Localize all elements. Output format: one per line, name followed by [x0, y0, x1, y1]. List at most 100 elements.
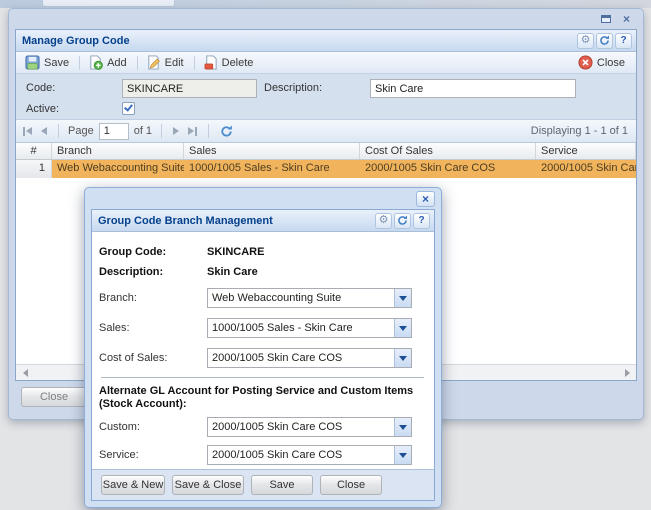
service-dropdown-button[interactable]	[394, 446, 411, 464]
branch-dropdown-button[interactable]	[394, 289, 411, 307]
gear-icon: ⚙	[379, 215, 389, 226]
branch-label: Branch:	[99, 292, 207, 304]
save-and-close-button[interactable]: Save & Close	[172, 475, 244, 495]
dialog-footer: Save & New Save & Close Save Close	[92, 469, 434, 500]
toolbar-separator	[79, 56, 80, 70]
toolbar-close-button[interactable]: Close	[574, 54, 631, 71]
last-page-icon	[188, 127, 194, 135]
group-code-form: Code: Description: Active:	[16, 74, 636, 120]
prev-page-icon	[41, 127, 47, 135]
delete-icon	[203, 55, 218, 70]
panel-header: Manage Group Code ⚙ ?	[16, 30, 636, 52]
description-input[interactable]	[370, 79, 576, 98]
refresh-icon	[397, 215, 408, 226]
dialog-header: Group Code Branch Management ⚙ ?	[92, 210, 434, 232]
cell-sales: 1000/1005 Sales - Skin Care	[184, 160, 360, 178]
chevron-down-icon	[399, 356, 407, 361]
close-icon: ×	[422, 192, 429, 206]
help-icon: ?	[418, 216, 424, 226]
page-of-label: of 1	[134, 125, 152, 137]
settings-tool-button[interactable]: ⚙	[375, 213, 392, 229]
cost-of-sales-label: Cost of Sales:	[99, 352, 207, 364]
save-button[interactable]: Save	[251, 475, 313, 495]
column-header-sales[interactable]: Sales	[184, 143, 360, 159]
description-label: Description:	[264, 82, 322, 94]
close-icon: ×	[623, 13, 630, 25]
close-button[interactable]: Close	[320, 475, 382, 495]
help-tool-button[interactable]: ?	[615, 33, 632, 49]
table-row-selected[interactable]: 1 Web Webaccounting Suite 1000/1005 Sale…	[16, 160, 636, 178]
main-toolbar: Save Add Edit	[16, 52, 636, 74]
help-tool-button[interactable]: ?	[413, 213, 430, 229]
service-combobox[interactable]: 2000/1005 Skin Care COS	[207, 445, 412, 465]
cell-service: 2000/1005 Skin Care COS	[536, 160, 636, 178]
branch-combobox-value: Web Webaccounting Suite	[208, 289, 394, 307]
cost-of-sales-dropdown-button[interactable]	[394, 349, 411, 367]
scroll-right-button[interactable]	[620, 367, 634, 379]
add-button[interactable]: Add	[84, 54, 133, 71]
next-page-icon	[173, 127, 179, 135]
prev-page-button[interactable]	[39, 125, 49, 137]
add-icon	[88, 55, 103, 70]
paging-separator	[208, 124, 209, 138]
description-value: Skin Care	[207, 266, 258, 278]
help-icon: ?	[620, 36, 626, 46]
custom-combobox[interactable]: 2000/1005 Skin Care COS	[207, 417, 412, 437]
settings-tool-button[interactable]: ⚙	[577, 33, 594, 49]
toolbar-separator	[194, 56, 195, 70]
last-page-button[interactable]	[186, 125, 199, 138]
chevron-down-icon	[399, 326, 407, 331]
first-page-button[interactable]	[21, 125, 34, 138]
custom-combobox-value: 2000/1005 Skin Care COS	[208, 418, 394, 436]
toolbar-separator	[137, 56, 138, 70]
sales-label: Sales:	[99, 322, 207, 334]
custom-label: Custom:	[99, 421, 207, 433]
column-header-service[interactable]: Service	[536, 143, 636, 159]
column-header-cost-of-sales[interactable]: Cost Of Sales	[360, 143, 536, 159]
column-header-branch[interactable]: Branch	[52, 143, 184, 159]
group-code-branch-dialog: × Group Code Branch Management ⚙ ?	[84, 187, 442, 508]
group-code-value: SKINCARE	[207, 246, 264, 258]
dialog-panel: Group Code Branch Management ⚙ ? Group C…	[91, 209, 435, 501]
next-page-button[interactable]	[171, 125, 181, 137]
window-close-button[interactable]: ×	[618, 12, 635, 26]
save-and-new-button[interactable]: Save & New	[101, 475, 165, 495]
delete-button[interactable]: Delete	[199, 54, 260, 71]
close-circle-icon	[578, 55, 593, 70]
service-label: Service:	[99, 449, 207, 461]
scroll-left-button[interactable]	[18, 367, 32, 379]
code-input[interactable]	[122, 79, 257, 98]
cell-branch: Web Webaccounting Suite	[52, 160, 184, 178]
branch-combobox[interactable]: Web Webaccounting Suite	[207, 288, 412, 308]
custom-dropdown-button[interactable]	[394, 418, 411, 436]
save-button[interactable]: Save	[21, 54, 75, 71]
alternate-gl-heading: Alternate GL Account for Posting Service…	[99, 385, 429, 411]
description-label: Description:	[99, 266, 207, 278]
sales-dropdown-button[interactable]	[394, 319, 411, 337]
dialog-close-button[interactable]: ×	[416, 191, 435, 207]
grid-header: # Branch Sales Cost Of Sales Service	[16, 143, 636, 160]
window-footer-close-button[interactable]: Close	[21, 387, 87, 407]
page-number-input[interactable]	[99, 123, 129, 140]
edit-icon	[146, 55, 161, 70]
maximize-button[interactable]	[597, 12, 614, 26]
column-header-rownum[interactable]: #	[16, 143, 52, 159]
service-row: Service: 2000/1005 Skin Care COS	[99, 445, 426, 465]
cost-of-sales-combobox-value: 2000/1005 Skin Care COS	[208, 349, 394, 367]
checkbox-check-icon	[124, 102, 133, 111]
paging-separator	[58, 124, 59, 138]
screen: × Manage Group Code ⚙ ?	[0, 0, 651, 510]
dialog-header-tools: ⚙ ?	[375, 213, 432, 229]
cost-of-sales-row: Cost of Sales: 2000/1005 Skin Care COS	[99, 348, 426, 368]
section-divider	[101, 377, 424, 378]
refresh-tool-button[interactable]	[394, 213, 411, 229]
cost-of-sales-combobox[interactable]: 2000/1005 Skin Care COS	[207, 348, 412, 368]
branch-row: Branch: Web Webaccounting Suite	[99, 288, 426, 308]
sales-combobox[interactable]: 1000/1005 Sales - Skin Care	[207, 318, 412, 338]
edit-button[interactable]: Edit	[142, 54, 190, 71]
refresh-tool-button[interactable]	[596, 33, 613, 49]
group-code-row: Group Code: SKINCARE	[99, 244, 426, 260]
refresh-icon	[599, 35, 610, 46]
active-checkbox[interactable]	[122, 102, 135, 115]
grid-refresh-button[interactable]	[218, 123, 235, 140]
